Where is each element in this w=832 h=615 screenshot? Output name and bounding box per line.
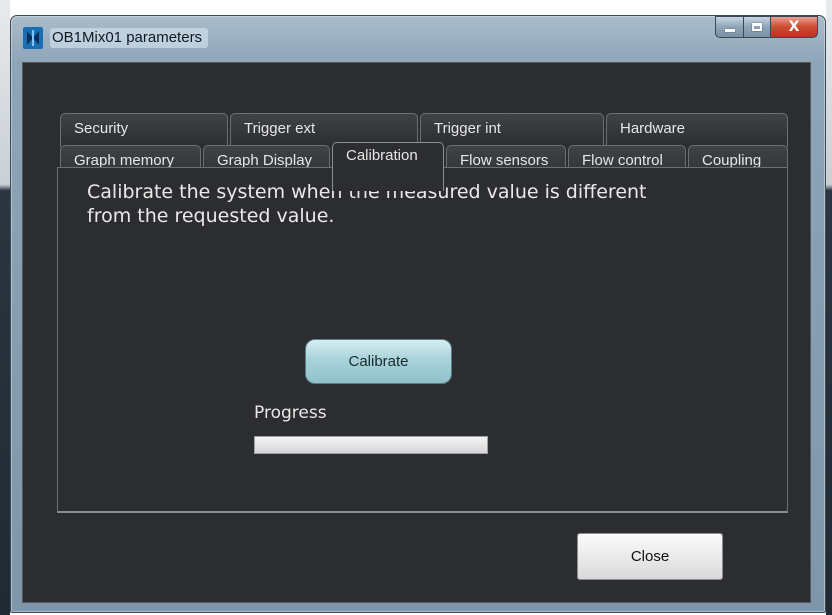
title-bar[interactable]: OB1Mix01 parameters X xyxy=(11,16,825,60)
title-close-button[interactable]: X xyxy=(771,16,818,38)
tab-label: Calibration xyxy=(346,147,418,164)
close-icon: X xyxy=(788,19,800,35)
calibration-panel: Calibrate the system when the measured v… xyxy=(57,167,788,513)
progress-bar xyxy=(254,436,488,454)
tab-label: Trigger int xyxy=(434,120,501,137)
tab-trigger-int[interactable]: Trigger int xyxy=(420,113,604,147)
parameters-window: OB1Mix01 parameters X Security Trigger e… xyxy=(10,15,826,613)
progress-label: Progress xyxy=(254,403,327,423)
tab-hardware[interactable]: Hardware xyxy=(606,113,788,147)
window-controls: X xyxy=(715,16,818,40)
desktop-left-edge xyxy=(0,0,10,615)
ob1-app-icon xyxy=(23,27,43,49)
desktop-right-edge xyxy=(826,0,832,615)
minimize-button[interactable] xyxy=(715,16,744,38)
maximize-button[interactable] xyxy=(744,16,771,38)
close-button[interactable]: Close xyxy=(577,533,723,580)
tab-security[interactable]: Security xyxy=(60,113,228,147)
calibrate-button[interactable]: Calibrate xyxy=(305,339,452,384)
dialog-client-area: Security Trigger ext Trigger int Hardwar… xyxy=(22,62,811,603)
tab-calibration[interactable]: Calibration xyxy=(332,142,444,191)
tab-label: Security xyxy=(74,120,129,137)
tab-label: Hardware xyxy=(620,120,686,137)
maximize-icon xyxy=(752,23,762,31)
window-title: OB1Mix01 parameters xyxy=(50,28,209,48)
minimize-icon xyxy=(724,29,735,32)
tab-label: Trigger ext xyxy=(244,120,316,137)
